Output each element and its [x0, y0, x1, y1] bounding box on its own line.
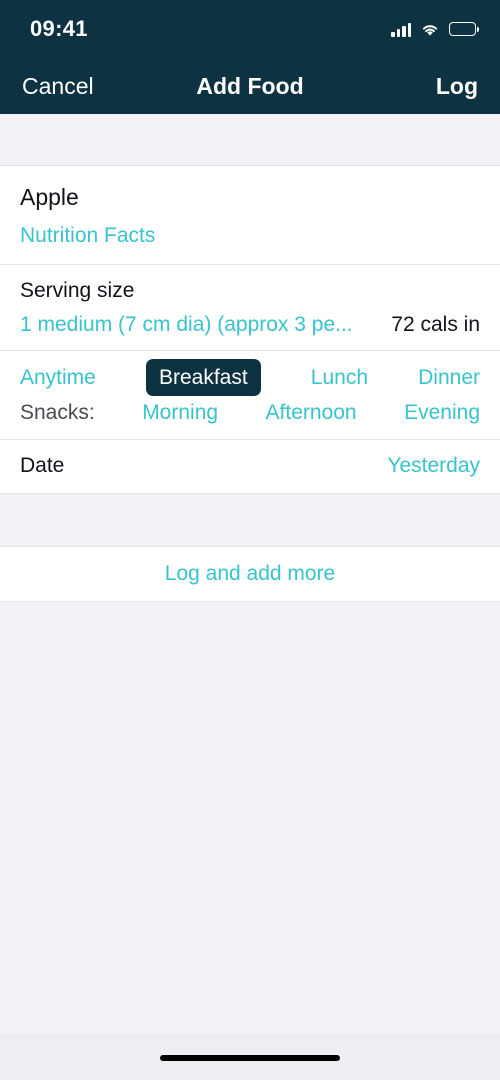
section-spacer: [0, 492, 500, 547]
snack-option-evening[interactable]: Evening: [404, 402, 480, 423]
status-bar-icons: [391, 22, 479, 37]
battery-icon: [449, 22, 479, 36]
log-and-add-more-label: Log and add more: [164, 561, 336, 585]
meal-snacks-row: Snacks: Morning Afternoon Evening: [20, 397, 480, 429]
snack-option-afternoon[interactable]: Afternoon: [266, 402, 357, 423]
serving-calories: 72 cals in: [391, 312, 480, 336]
meal-primary-row: Anytime Breakfast Lunch Dinner: [20, 359, 480, 397]
log-and-add-more-button[interactable]: Log and add more: [0, 546, 500, 602]
food-name: Apple: [20, 184, 79, 210]
food-details-card: Apple Nutrition Facts Serving size 1 med…: [0, 166, 500, 493]
meal-selector: Anytime Breakfast Lunch Dinner Snacks: M…: [0, 351, 500, 439]
snacks-label: Snacks:: [20, 401, 95, 425]
food-header: Apple Nutrition Facts: [0, 166, 500, 264]
navigation-bar: Cancel Add Food Log: [0, 58, 500, 114]
meal-option-dinner[interactable]: Dinner: [418, 367, 480, 388]
home-indicator[interactable]: [160, 1055, 340, 1061]
top-spacer: [0, 114, 500, 166]
meal-option-anytime[interactable]: Anytime: [20, 367, 96, 388]
status-bar-time: 09:41: [30, 16, 88, 41]
log-button[interactable]: Log: [436, 74, 478, 98]
empty-area: [0, 601, 500, 1035]
snack-option-morning[interactable]: Morning: [142, 402, 218, 423]
status-bar: 09:41: [0, 0, 500, 58]
serving-size-label: Serving size: [20, 278, 135, 302]
home-indicator-area: [0, 1035, 500, 1080]
date-value[interactable]: Yesterday: [387, 454, 480, 478]
top-bar: 09:41 Cancel Add Food Log: [0, 0, 500, 114]
app-screen: 09:41 Cancel Add Food Log Apple Nutritio…: [0, 0, 500, 1080]
nutrition-facts-link[interactable]: Nutrition Facts: [20, 223, 480, 248]
date-row[interactable]: Date Yesterday: [0, 440, 500, 493]
serving-size-row: Serving size 1 medium (7 cm dia) (approx…: [0, 265, 500, 350]
content-area: Apple Nutrition Facts Serving size 1 med…: [0, 114, 500, 1035]
serving-size-values: 1 medium (7 cm dia) (approx 3 pe... 72 c…: [20, 313, 480, 337]
cancel-button[interactable]: Cancel: [22, 74, 94, 98]
wifi-icon: [420, 22, 440, 37]
cellular-signal-icon: [391, 22, 411, 37]
date-label: Date: [20, 453, 65, 477]
meal-option-breakfast[interactable]: Breakfast: [145, 359, 261, 397]
serving-size-value[interactable]: 1 medium (7 cm dia) (approx 3 pe...: [20, 313, 379, 337]
meal-option-lunch[interactable]: Lunch: [311, 367, 368, 388]
